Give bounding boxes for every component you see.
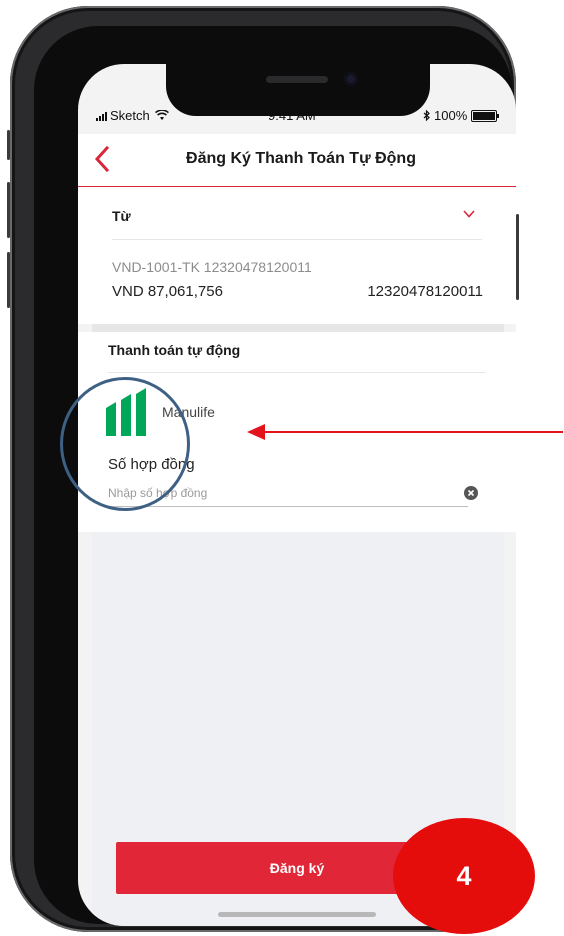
volume-up-button xyxy=(7,182,10,238)
speaker-grille xyxy=(266,76,328,83)
signal-icon xyxy=(96,111,107,121)
carrier-info: Sketch xyxy=(96,108,169,123)
device-notch xyxy=(166,64,430,116)
front-camera xyxy=(344,72,358,86)
account-balance: VND 87,061,756 xyxy=(112,283,223,300)
section-separator xyxy=(92,324,504,332)
clear-input-icon[interactable] xyxy=(464,486,478,500)
page-title: Đăng Ký Thanh Toán Tự Động xyxy=(186,150,416,167)
step-number: 4 xyxy=(456,860,472,891)
bluetooth-icon xyxy=(423,110,430,121)
battery-icon xyxy=(471,109,500,122)
battery-info: 100% xyxy=(423,108,500,123)
battery-percent: 100% xyxy=(434,108,468,123)
step-badge: 4 xyxy=(393,818,535,934)
chevron-down-icon[interactable] xyxy=(462,207,476,221)
carrier-name: Sketch xyxy=(110,108,150,123)
annotation-arrow-icon xyxy=(247,424,563,440)
account-id: VND-1001-TK 12320478120011 xyxy=(112,259,312,275)
volume-down-button xyxy=(7,252,10,308)
mute-switch xyxy=(7,130,10,160)
from-label: Từ xyxy=(112,208,131,224)
source-account-card[interactable]: Từ VND-1001-TK 12320478120011 VND 87,061… xyxy=(78,187,516,324)
nav-header: Đăng Ký Thanh Toán Tự Động xyxy=(78,134,516,187)
wifi-icon xyxy=(154,110,169,120)
account-number: 12320478120011 xyxy=(367,283,483,300)
divider xyxy=(112,239,482,240)
home-indicator xyxy=(218,912,376,917)
power-button xyxy=(516,214,519,300)
divider xyxy=(108,372,486,373)
annotation-highlight-circle xyxy=(60,377,190,511)
autopay-title: Thanh toán tự động xyxy=(108,342,241,358)
